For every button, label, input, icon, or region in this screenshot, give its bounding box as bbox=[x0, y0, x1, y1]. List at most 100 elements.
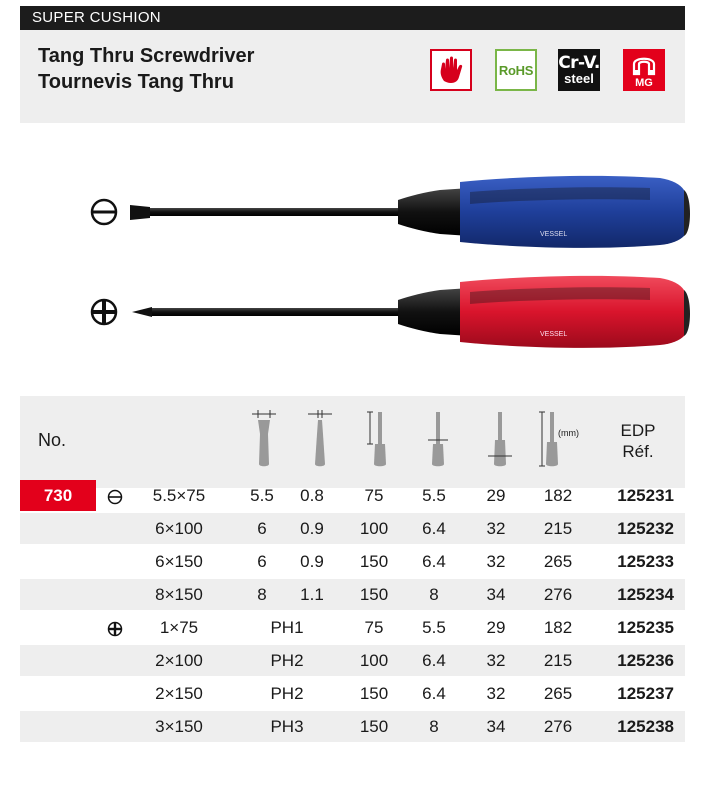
table-row: 3×150 PH3 150 8 34 276 125238 bbox=[20, 711, 685, 742]
value-cell: 5.5 bbox=[422, 486, 446, 505]
value-cell: 6.4 bbox=[422, 651, 446, 670]
edp-cell: 125237 bbox=[617, 684, 674, 703]
value-cell: 276 bbox=[543, 585, 573, 604]
edp-cell: 125238 bbox=[617, 717, 674, 736]
hand-protection-icon bbox=[430, 49, 472, 91]
table-header bbox=[20, 396, 685, 488]
phillips-type-icon bbox=[103, 612, 127, 643]
size-cell: 6×100 bbox=[155, 519, 203, 538]
value-cell: 0.9 bbox=[300, 519, 324, 538]
value-cell: 1.1 bbox=[300, 585, 324, 604]
value-cell: 6.4 bbox=[422, 519, 446, 538]
blade-width-icon bbox=[252, 410, 276, 467]
table-row: 1×75 PH1 75 5.5 29 182 125235 bbox=[20, 612, 685, 643]
overall-length-icon bbox=[539, 411, 558, 467]
ph-cell: PH3 bbox=[270, 717, 304, 736]
value-cell: 34 bbox=[486, 585, 506, 604]
value-cell: 34 bbox=[486, 717, 506, 736]
handle-brand-text: VESSEL bbox=[540, 231, 567, 238]
model-number: 730 bbox=[20, 480, 96, 511]
value-cell: 75 bbox=[364, 486, 384, 505]
product-title-english: Tang Thru Screwdriver bbox=[38, 45, 255, 67]
value-cell: 150 bbox=[359, 585, 389, 604]
value-cell: 215 bbox=[543, 519, 573, 538]
crv-text: Cr-V. bbox=[558, 53, 600, 73]
steel-text: steel bbox=[564, 71, 594, 86]
size-cell: 2×150 bbox=[155, 684, 203, 703]
table-row: 8×150 8 1.1 150 8 34 276 125234 bbox=[20, 579, 685, 610]
value-cell: 0.8 bbox=[300, 486, 324, 505]
edp-cell: 125233 bbox=[617, 552, 674, 571]
size-cell: 6×150 bbox=[155, 552, 203, 571]
value-cell: 265 bbox=[543, 552, 573, 571]
ph-cell: PH2 bbox=[270, 651, 304, 670]
value-cell: 29 bbox=[486, 486, 506, 505]
screwdriver-illustration: VESSEL VESSEL bbox=[90, 175, 690, 348]
edp-cell: 125231 bbox=[617, 486, 674, 505]
ph-cell: PH1 bbox=[270, 618, 304, 637]
value-cell: 32 bbox=[486, 552, 506, 571]
slotted-screwdriver: VESSEL bbox=[130, 175, 690, 248]
table-row: 6×150 6 0.9 150 6.4 32 265 125233 bbox=[20, 546, 685, 577]
edp-cell: 125236 bbox=[617, 651, 674, 670]
size-cell: 2×100 bbox=[155, 651, 203, 670]
table-row: 2×150 PH2 150 6.4 32 265 125237 bbox=[20, 678, 685, 709]
size-cell: 5.5×75 bbox=[152, 486, 206, 505]
value-cell: 5.5 bbox=[422, 618, 446, 637]
value-cell: 100 bbox=[359, 651, 389, 670]
value-cell: 6.4 bbox=[422, 552, 446, 571]
handle-brand-text: VESSEL bbox=[540, 331, 567, 338]
value-cell: 32 bbox=[486, 684, 506, 703]
slotted-type-icon bbox=[103, 480, 127, 511]
value-cell: 32 bbox=[486, 519, 506, 538]
product-title-french: Tournevis Tang Thru bbox=[38, 71, 234, 93]
value-cell: 150 bbox=[359, 717, 389, 736]
value-cell: 265 bbox=[543, 684, 573, 703]
magnetic-tip-icon: MG bbox=[623, 49, 665, 91]
value-cell: 8 bbox=[429, 585, 439, 604]
ph-cell: PH2 bbox=[270, 684, 304, 703]
value-cell: 75 bbox=[364, 618, 384, 637]
edp-cell: 125235 bbox=[617, 618, 674, 637]
column-header-no: No. bbox=[38, 430, 67, 450]
value-cell: 8 bbox=[429, 717, 439, 736]
value-cell: 150 bbox=[359, 684, 389, 703]
size-cell: 1×75 bbox=[159, 618, 199, 637]
value-cell: 182 bbox=[543, 618, 573, 637]
handle-diameter-icon bbox=[488, 412, 512, 467]
value-cell: 276 bbox=[543, 717, 573, 736]
value-cell: 6 bbox=[257, 552, 267, 571]
unit-label: (mm) bbox=[558, 428, 579, 438]
table-row: 6×100 6 0.9 100 6.4 32 215 125232 bbox=[20, 513, 685, 544]
size-cell: 3×150 bbox=[155, 717, 203, 736]
crv-steel-badge: Cr-V. steel bbox=[558, 49, 600, 91]
table-row: 2×100 PH2 100 6.4 32 215 125236 bbox=[20, 645, 685, 676]
mg-text: MG bbox=[635, 77, 653, 89]
value-cell: 100 bbox=[359, 519, 389, 538]
edp-cell: 125234 bbox=[617, 585, 674, 604]
shank-diameter-icon bbox=[428, 412, 448, 467]
slotted-tip-icon bbox=[90, 198, 118, 226]
column-header-edp: EDP Réf. bbox=[614, 420, 662, 462]
phillips-tip-icon bbox=[90, 298, 118, 326]
value-cell: 32 bbox=[486, 651, 506, 670]
value-cell: 6 bbox=[257, 519, 267, 538]
value-cell: 8 bbox=[257, 585, 267, 604]
size-cell: 8×150 bbox=[155, 585, 203, 604]
blade-length-icon bbox=[367, 411, 386, 467]
value-cell: 5.5 bbox=[250, 486, 274, 505]
ref-label: Réf. bbox=[622, 442, 654, 461]
edp-cell: 125232 bbox=[617, 519, 674, 538]
value-cell: 0.9 bbox=[300, 552, 324, 571]
series-label: SUPER CUSHION bbox=[20, 6, 685, 30]
value-cell: 215 bbox=[543, 651, 573, 670]
value-cell: 6.4 bbox=[422, 684, 446, 703]
blade-thickness-icon bbox=[308, 410, 332, 467]
value-cell: 182 bbox=[543, 486, 573, 505]
value-cell: 29 bbox=[486, 618, 506, 637]
table-row: 730 5.5×75 5.5 0.8 75 5.5 29 182 125231 bbox=[20, 480, 685, 511]
rohs-badge: RoHS bbox=[495, 49, 537, 91]
phillips-screwdriver: VESSEL bbox=[132, 275, 690, 348]
edp-label: EDP bbox=[620, 421, 656, 440]
value-cell: 150 bbox=[359, 552, 389, 571]
